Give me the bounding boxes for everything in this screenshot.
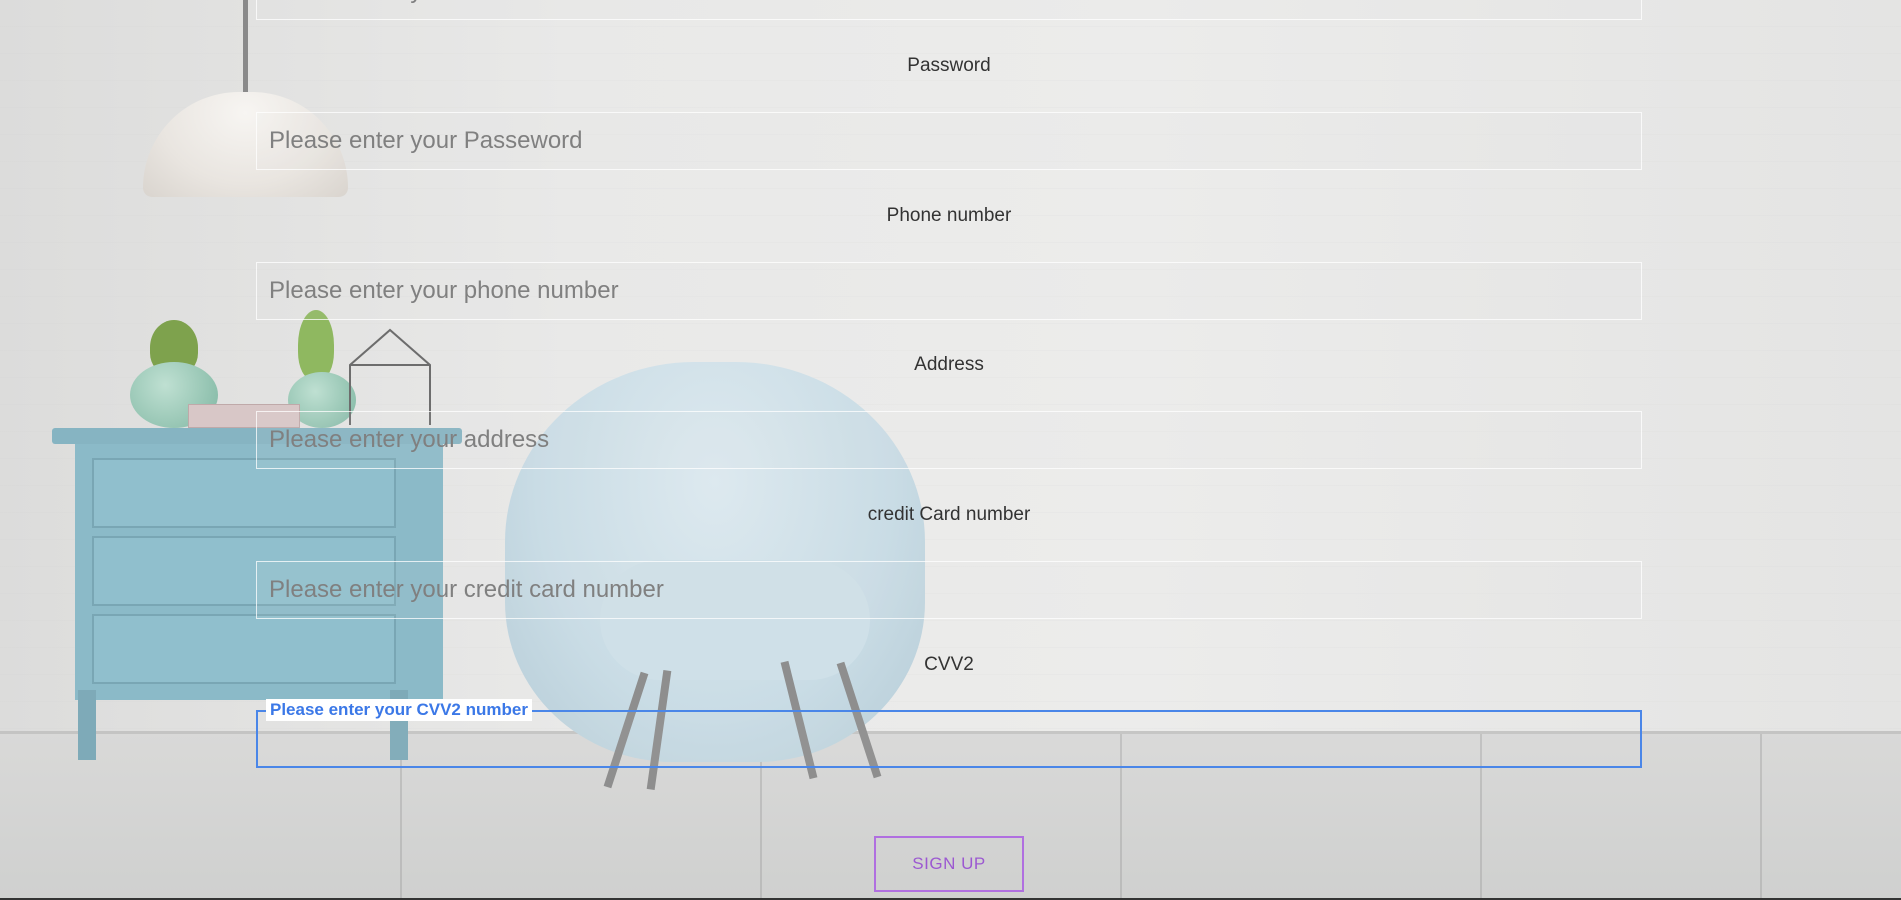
sign-up-button[interactable]: SIGN UP xyxy=(874,836,1024,892)
credit-card-field[interactable] xyxy=(256,561,1642,619)
credit-card-label: credit Card number xyxy=(867,504,1031,525)
email-field[interactable] xyxy=(256,0,1642,20)
cvv2-label: CVV2 xyxy=(924,654,974,675)
address-label: Address xyxy=(914,354,984,375)
cvv2-floating-label: Please enter your CVV2 number xyxy=(266,699,532,721)
signup-form: Password Phone number Address credit Car… xyxy=(0,0,1901,900)
phone-field[interactable] xyxy=(256,262,1642,320)
address-field[interactable] xyxy=(256,411,1642,469)
phone-label: Phone number xyxy=(886,205,1012,226)
password-label: Password xyxy=(907,55,991,76)
password-field[interactable] xyxy=(256,112,1642,170)
